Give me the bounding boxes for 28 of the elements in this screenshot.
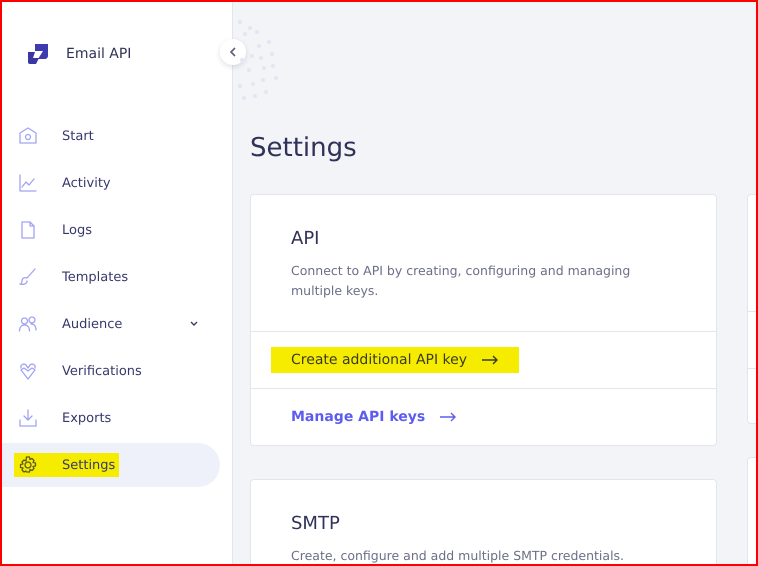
chevron-down-icon[interactable]	[190, 321, 198, 327]
chevron-left-icon	[229, 47, 237, 57]
sidebar-item[interactable]: Logs	[2, 208, 220, 252]
arrow-right-icon	[439, 412, 458, 422]
brand-name: Email API	[66, 46, 132, 62]
page-title: Settings	[250, 132, 358, 165]
sidebar-item[interactable]: Verifications	[2, 349, 220, 393]
sidebar-item[interactable]: Exports	[2, 396, 220, 440]
sidebar-item[interactable]: Activity	[2, 161, 220, 205]
brush-icon	[18, 267, 38, 287]
card-title: API	[291, 228, 320, 249]
card-link[interactable]: Manage API keys	[271, 404, 478, 430]
card-link[interactable]: Create additional API key	[271, 347, 520, 373]
home-icon	[18, 126, 38, 146]
card-description: Connect to API by creating, configuring and managing multiple keys.	[291, 262, 632, 300]
people-icon	[18, 314, 38, 334]
heart-icon	[18, 361, 38, 381]
chart-icon	[18, 173, 38, 193]
gear-icon	[18, 455, 38, 475]
card-description: Create, configure and add multiple SMTP credentials.	[291, 547, 626, 564]
sidebar-item[interactable]: Start	[2, 114, 220, 158]
arrow-right-icon	[481, 355, 500, 365]
sidebar-item[interactable]: Templates	[2, 255, 220, 299]
sidebar-item[interactable]: Audience	[2, 302, 220, 346]
download-icon	[18, 408, 38, 428]
sidebar-item[interactable]: Settings	[2, 443, 220, 487]
logo-icon	[26, 42, 50, 66]
card-title: SMTP	[291, 513, 341, 534]
